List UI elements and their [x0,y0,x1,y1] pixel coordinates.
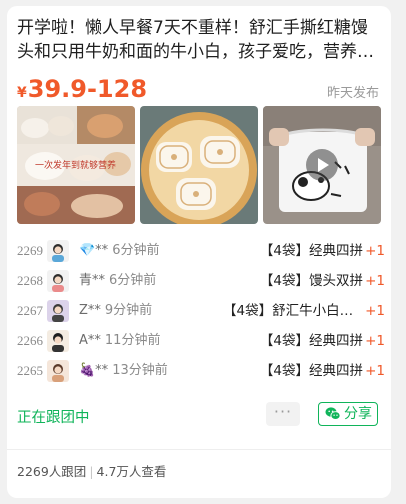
user-name: 🍇** [79,363,109,378]
user-name: A** [79,333,101,348]
order-number: 2267 [17,303,43,318]
order-time: 6分钟前 [109,273,157,288]
order-quantity: +1 [365,243,385,259]
product-name: 【4袋】经典四拼 [259,333,363,349]
order-quantity: +1 [365,303,385,319]
user-avatar [47,360,69,382]
price-value: 39.9-128 [27,75,148,103]
divider [7,449,391,450]
product-name: 【4袋】舒汇牛小白系列 [223,303,363,319]
order-number: 2268 [17,273,43,288]
order-quantity: +1 [365,273,385,289]
user-name: 青** [79,273,106,288]
order-row: 2269 💎** 6分钟前 【4袋】经典四拼 +1 [7,238,391,264]
group-stats: 2269人跟团 | 4.7万人查看 [17,461,166,480]
order-time: 6分钟前 [112,243,160,258]
order-quantity: +1 [365,333,385,349]
order-time: 9分钟前 [104,303,153,318]
stats-separator: | [89,464,94,479]
user-name: 💎** [79,243,109,258]
follower-count: 2269人跟团 [17,464,87,479]
order-row: 2267 Z** 9分钟前 【4袋】舒汇牛小白系列 +1 [7,298,391,324]
share-button[interactable]: 分享 [318,402,378,426]
order-number: 2269 [17,243,43,258]
share-label: 分享 [344,406,372,422]
currency-symbol: ¥ [17,85,27,101]
group-buy-card[interactable]: 开学啦！懒人早餐7天不重样！舒汇手撕红糖馒头和只用牛奶和面的牛小白，孩子爱吃，营… [7,6,391,498]
order-number: 2265 [17,363,43,378]
user-avatar [47,330,69,352]
user-avatar [47,270,69,292]
view-count: 4.7万人查看 [96,464,167,479]
user-avatar [47,240,69,262]
order-quantity: +1 [365,363,385,379]
product-name: 【4袋】馒头双拼 [259,273,363,289]
order-time: 13分钟前 [112,363,168,378]
image-caption: 一次发年到就够营养 [35,161,117,171]
posted-time: 昨天发布 [326,86,379,101]
order-time: 11分钟前 [104,333,161,348]
order-row: 2266 A** 11分钟前 【4袋】经典四拼 +1 [7,328,391,354]
more-button[interactable]: ··· [266,402,300,426]
order-row: 2268 青** 6分钟前 【4袋】馒头双拼 +1 [7,268,391,294]
product-name: 【4袋】经典四拼 [259,363,363,379]
user-name: Z** [79,303,101,318]
order-number: 2266 [17,333,43,348]
play-icon[interactable] [306,149,338,181]
order-row: 2265 🍇** 13分钟前 【4袋】经典四拼 +1 [7,358,391,384]
product-image-1[interactable]: 一次发年到就够营养 [17,106,135,224]
wechat-icon [325,406,341,422]
product-name: 【4袋】经典四拼 [259,243,363,259]
product-image-2[interactable] [140,106,258,224]
product-video-thumbnail[interactable] [263,106,381,224]
group-status: 正在跟团中 [17,410,90,426]
price-range: ¥39.9-128 [17,74,147,108]
post-title[interactable]: 开学啦！懒人早餐7天不重样！舒汇手撕红糖馒头和只用牛奶和面的牛小白，孩子爱吃，营… [17,16,379,64]
user-avatar [47,300,69,322]
